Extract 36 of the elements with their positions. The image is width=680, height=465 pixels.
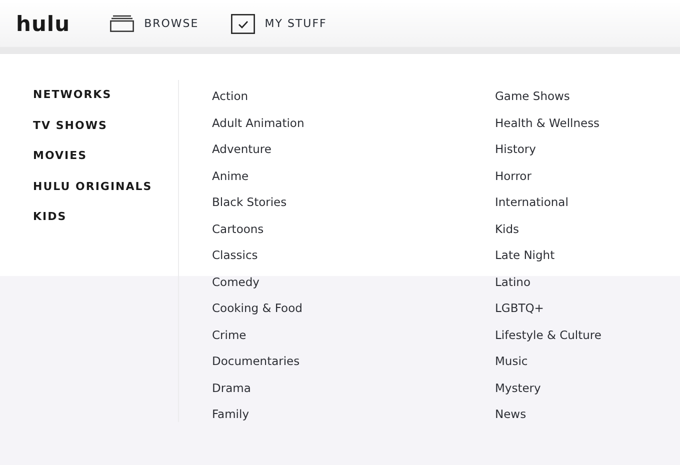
menu-section-link[interactable]: KIDS xyxy=(33,208,178,226)
stacked-cards-icon xyxy=(110,15,134,32)
genre-link[interactable]: Adult Animation xyxy=(212,114,462,141)
menu-section-link[interactable]: TV SHOWS xyxy=(33,116,178,135)
genre-link[interactable]: Action xyxy=(212,88,462,114)
nav-link[interactable]: MY STUFF xyxy=(230,14,327,34)
menu-section-link[interactable]: HULU ORIGINALS xyxy=(33,178,178,196)
genre-link[interactable]: Comedy xyxy=(212,274,462,300)
genre-link[interactable]: Game Shows xyxy=(495,88,680,114)
genre-link[interactable]: Classics xyxy=(212,247,462,274)
hulu-logo[interactable]: hulu xyxy=(16,12,70,36)
genre-link[interactable]: Cartoons xyxy=(212,220,462,247)
genre-link[interactable]: Documentaries xyxy=(212,353,462,380)
nav-link[interactable]: BROWSE xyxy=(110,15,199,32)
genre-link[interactable]: News xyxy=(495,406,680,432)
menu-section-link[interactable]: MOVIES xyxy=(33,147,178,166)
genre-link[interactable]: Anime xyxy=(212,168,462,194)
genre-link[interactable]: Black Stories xyxy=(212,194,462,220)
menu-section-link[interactable]: NETWORKS xyxy=(33,86,178,104)
genre-link[interactable]: Latino xyxy=(495,274,680,300)
genre-link[interactable]: Mystery xyxy=(495,380,680,406)
genre-link[interactable]: Horror xyxy=(495,168,680,194)
genre-link[interactable]: LGBTQ+ xyxy=(495,300,680,326)
genre-link[interactable]: Crime xyxy=(212,326,462,353)
genre-link[interactable]: Drama xyxy=(212,380,462,406)
genre-link[interactable]: Family xyxy=(212,406,462,432)
genre-link[interactable]: Health & Wellness xyxy=(495,114,680,141)
genre-link[interactable]: Lifestyle & Culture xyxy=(495,326,680,353)
genre-link[interactable]: History xyxy=(495,141,680,168)
genre-link[interactable]: Kids xyxy=(495,220,680,247)
genre-link[interactable]: Music xyxy=(495,353,680,380)
genre-link[interactable]: Cooking & Food xyxy=(212,300,462,326)
genre-link[interactable]: International xyxy=(495,194,680,220)
genre-link[interactable]: Late Night xyxy=(495,247,680,274)
checkbox-icon xyxy=(230,14,255,34)
genre-link[interactable]: Adventure xyxy=(212,141,462,168)
